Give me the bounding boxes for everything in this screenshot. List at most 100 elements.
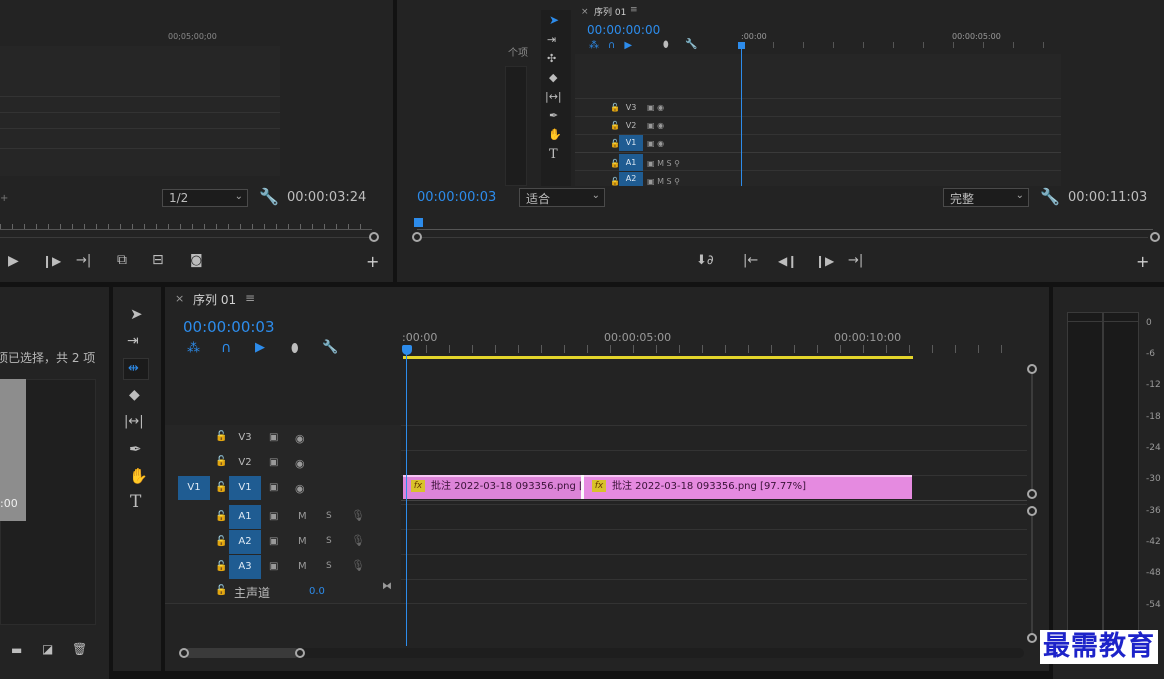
lock-a1-icon[interactable]: 🔓 [215, 511, 227, 522]
add-button-icon[interactable]: + [366, 254, 379, 270]
sync-lock-a3-icon[interactable]: ▣ [269, 561, 278, 572]
video-scroll-bottom[interactable] [1027, 489, 1037, 499]
play-icon[interactable]: ▶ [8, 254, 19, 268]
timeline-close-icon[interactable]: × [175, 292, 184, 305]
eye-v3-icon[interactable]: ◉ [295, 432, 305, 445]
timeline-current-time[interactable]: 00:00:00:03 [183, 318, 275, 336]
pen-tool-icon[interactable]: ✒ [549, 110, 558, 121]
mute-a2-button[interactable]: M [298, 536, 307, 547]
solo-a2-button[interactable]: S [326, 536, 332, 546]
source-patch-v1[interactable]: V1 [178, 476, 210, 500]
audio-scrollbar[interactable] [1031, 511, 1033, 637]
eye-v1-icon[interactable]: ◉ [295, 482, 305, 495]
mini-a1-toggles[interactable]: ▣ M S ⚲ [647, 159, 680, 168]
resolution-dropdown[interactable]: 1/2 ⌄ [162, 189, 248, 207]
program-zoom-end[interactable] [1150, 232, 1160, 242]
time-ruler[interactable] [403, 345, 1023, 353]
hand-tool-icon[interactable]: ✋ [548, 129, 562, 140]
mini-track-v3[interactable]: V3 [619, 101, 643, 115]
overwrite-icon[interactable]: ⊟ [152, 253, 164, 267]
hand-tool-icon[interactable]: ✋ [129, 469, 148, 484]
type-tool-icon[interactable]: T [130, 494, 141, 511]
razor-tool-icon[interactable]: ◆ [549, 72, 557, 83]
mini-sequence-tab[interactable]: 序列 01 [594, 5, 626, 18]
solo-a3-button[interactable]: S [326, 561, 332, 571]
track-select-tool-icon[interactable]: ⇥ [127, 334, 139, 348]
go-to-out-icon[interactable]: →| [848, 254, 863, 267]
slip-tool-icon[interactable]: |↔| [124, 415, 144, 428]
program-current-time[interactable]: 00:00:00:03 [417, 190, 496, 205]
mute-a3-button[interactable]: M [298, 561, 307, 572]
type-tool-icon[interactable]: T [549, 148, 558, 161]
timeline-settings-icon[interactable]: 🔧 [322, 341, 338, 354]
mini-track-a1[interactable]: A1 [619, 154, 643, 171]
track-v1[interactable]: V1 [229, 476, 261, 500]
mini-a2-toggles[interactable]: ▣ M S ⚲ [647, 177, 680, 186]
video-scroll-top[interactable] [1027, 364, 1037, 374]
snap-icon[interactable]: ⁂ [187, 342, 200, 355]
trash-icon[interactable]: 🗑 [72, 643, 87, 655]
sync-lock-a1-icon[interactable]: ▣ [269, 511, 278, 522]
wrench-icon[interactable]: 🔧 [259, 189, 279, 205]
quality-dropdown[interactable]: 完整 ⌄ [943, 188, 1029, 207]
mini-playhead[interactable] [741, 42, 742, 186]
lock-a2-icon[interactable]: 🔓 [215, 536, 227, 547]
go-to-in-icon[interactable]: |← [743, 254, 758, 267]
audio-scroll-top[interactable] [1027, 506, 1037, 516]
solo-a1-button[interactable]: S [326, 511, 332, 521]
track-a1[interactable]: A1 [229, 505, 261, 529]
lock-v1-icon[interactable]: 🔓 [215, 482, 227, 493]
slip-tool-icon[interactable]: |↔| [545, 91, 562, 102]
go-to-out-icon[interactable]: →| [76, 254, 91, 267]
mic-a3-icon[interactable]: 🎙 [351, 559, 365, 572]
mini-close-icon[interactable]: × [581, 7, 589, 17]
mini-marker-icon[interactable]: ⬮ [663, 40, 669, 50]
mute-a1-button[interactable]: M [298, 511, 307, 522]
add-marker-icon[interactable]: ⬮ [291, 342, 299, 354]
tab-menu-icon[interactable]: ≡ [245, 291, 255, 305]
mini-tab-menu-icon[interactable]: ≡ [630, 5, 638, 15]
timeline-playhead-head[interactable] [402, 345, 412, 355]
timeline-playhead[interactable] [406, 350, 407, 646]
magnet-icon[interactable]: ∩ [221, 341, 231, 355]
program-playhead[interactable] [414, 218, 423, 227]
folder-icon[interactable]: ▬ [11, 644, 22, 656]
step-forward-icon[interactable]: ❙▶ [42, 255, 61, 267]
track-select-icon[interactable]: ⇥ [547, 34, 556, 45]
mini-track-v1[interactable]: V1 [619, 135, 643, 151]
camera-icon[interactable]: ◙ [190, 254, 203, 267]
sync-lock-a2-icon[interactable]: ▣ [269, 536, 278, 547]
new-item-icon[interactable]: ◪ [42, 643, 53, 655]
wrench-icon[interactable]: 🔧 [1040, 189, 1060, 205]
zoom-scroll-end[interactable] [295, 648, 305, 658]
mic-a1-icon[interactable]: 🎙 [351, 509, 365, 522]
video-scrollbar[interactable] [1031, 369, 1033, 494]
ripple-edit-tool[interactable]: ⇹ [123, 358, 149, 380]
sync-lock-v2-icon[interactable]: ▣ [269, 457, 278, 468]
mini-v2-toggles[interactable]: ▣ ◉ [647, 121, 664, 130]
fit-dropdown[interactable]: 适合 ⌄ [519, 188, 605, 207]
lock-v3-icon[interactable]: 🔓 [215, 431, 227, 442]
source-zoom-handle[interactable] [369, 232, 379, 242]
zoom-scroll-start[interactable] [179, 648, 189, 658]
master-volume-value[interactable]: 0.0 [309, 586, 325, 597]
lock-master-icon[interactable]: 🔓 [215, 585, 227, 596]
mini-playhead-head[interactable] [738, 42, 745, 49]
track-a3[interactable]: A3 [229, 555, 261, 579]
mic-a2-icon[interactable]: 🎙 [351, 534, 365, 547]
linked-selection-icon[interactable]: ▶ [255, 341, 265, 354]
lock-a3-icon[interactable]: 🔓 [215, 561, 227, 572]
sync-lock-v1-icon[interactable]: ▣ [269, 482, 278, 493]
program-zoom-start[interactable] [412, 232, 422, 242]
eye-v2-icon[interactable]: ◉ [295, 457, 305, 470]
work-area-bar[interactable] [403, 356, 913, 359]
clip-2[interactable]: fx 批注 2022-03-18 093356.png [97.77%] [584, 475, 912, 499]
step-forward-icon[interactable]: ❙▶ [815, 255, 834, 267]
selection-tool-icon[interactable]: ➤ [130, 307, 143, 322]
project-thumbnail[interactable]: :00 [0, 379, 26, 521]
sync-lock-v3-icon[interactable]: ▣ [269, 432, 278, 443]
track-v3[interactable]: V3 [229, 426, 261, 450]
lock-v2-icon[interactable]: 🔓 [215, 456, 227, 467]
program-scrub-ruler[interactable] [417, 222, 1153, 230]
razor-tool-icon[interactable]: ◆ [129, 388, 140, 402]
